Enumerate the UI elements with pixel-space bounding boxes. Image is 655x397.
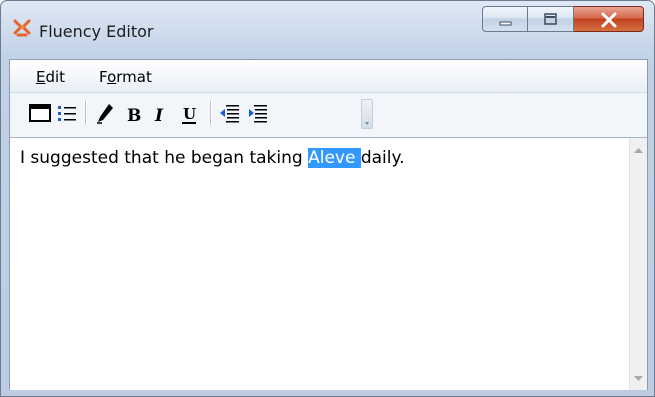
window-button[interactable] [28,99,52,127]
menu-format-rest: rmat [116,68,152,86]
window-icon [29,104,51,122]
maximize-icon [544,13,557,25]
underline-icon: U [182,105,196,124]
maximize-button[interactable] [528,6,574,32]
toolbar-overflow-grip[interactable] [361,99,373,129]
menu-edit-rest: dit [45,68,66,86]
menu-format-accel: o [107,68,117,86]
editor-text-after: daily. [360,148,405,168]
editor-content[interactable]: I suggested that he began taking Aleve d… [20,148,405,168]
toolbar: B I U [10,93,647,137]
close-button[interactable] [574,6,644,32]
close-icon [601,12,617,28]
menu-format-prefix: F [99,68,108,86]
bold-glyph: B [127,106,141,126]
increase-indent-button[interactable] [246,99,270,127]
italic-button[interactable]: I [150,99,172,127]
menu-edit[interactable]: Edit [36,68,65,86]
fluency-app-icon [13,19,31,37]
menu-bar: Edit Format [10,60,647,93]
chevron-down-icon [365,122,369,125]
minimize-button[interactable] [482,6,528,32]
toolbar-separator [210,101,211,125]
menu-format[interactable]: Format [99,68,152,86]
text-editor[interactable]: I suggested that he began taking Aleve d… [10,137,647,390]
decrease-indent-button[interactable] [218,99,242,127]
app-window: Fluency Editor Edit Format B I U I sugge… [0,0,655,397]
selected-text[interactable]: Aleve [308,148,361,168]
underline-glyph: U [183,105,196,123]
bold-icon: B [127,106,141,126]
toolbar-separator [85,101,86,125]
bold-button[interactable]: B [122,99,144,127]
decrease-indent-icon [220,105,239,123]
bullet-list-button[interactable] [56,99,78,127]
vertical-scrollbar[interactable] [629,138,647,390]
window-title: Fluency Editor [39,22,154,41]
bullet-list-icon [58,106,76,121]
increase-indent-icon [249,105,267,123]
minimize-icon [499,21,512,26]
title-bar[interactable]: Fluency Editor [1,1,654,51]
scroll-down-icon[interactable] [634,374,643,383]
client-area: Edit Format B I U I suggested that he be… [9,59,648,390]
pen-button[interactable] [94,99,116,127]
italic-icon: I [154,106,164,126]
caption-buttons [482,6,644,32]
scroll-up-icon[interactable] [634,146,643,155]
editor-text-before: I suggested that he began taking [20,148,309,168]
pen-icon [97,104,113,124]
italic-glyph: I [154,106,164,126]
underline-button[interactable]: U [178,99,200,127]
